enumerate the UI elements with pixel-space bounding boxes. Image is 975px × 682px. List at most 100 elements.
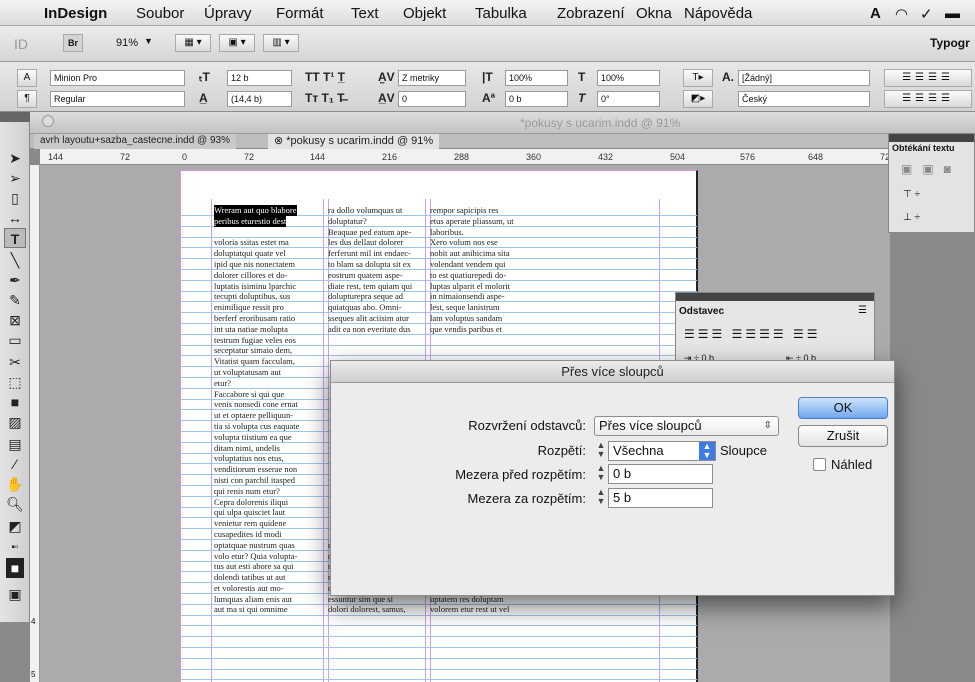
scissors-tool-icon[interactable]: ✂ <box>4 352 26 372</box>
text-line <box>430 345 550 356</box>
menu-text[interactable]: Text <box>351 5 379 22</box>
workspace-switcher[interactable]: Typogr <box>930 36 970 50</box>
note-tool-icon[interactable]: ▤ <box>4 434 26 454</box>
span-dropdown-icon[interactable]: ▲ ▼ <box>699 442 715 460</box>
text-line: Vitatist quam facculam, <box>214 356 295 367</box>
tracking-field[interactable]: 0 <box>398 91 466 107</box>
skew-field[interactable]: 0° <box>597 91 660 107</box>
leading-icon: A̲ <box>199 91 208 105</box>
swap-defaults-icon[interactable]: ▪▫ <box>4 538 26 558</box>
paragraph-align-buttons[interactable]: ☰☰☰☰ <box>884 69 972 87</box>
span-field[interactable]: Všechna ▲ ▼ <box>608 441 716 461</box>
span-field-value: Všechna <box>613 443 664 458</box>
wrap-type-buttons[interactable]: ▣▣◙ <box>901 162 961 176</box>
alignment-buttons[interactable]: ☰☰☰ ☰☰☰☰ ☰☰ <box>684 327 821 341</box>
chevron-down-icon[interactable]: ▼ <box>144 36 153 46</box>
ruler-tick: 72 <box>244 152 255 162</box>
text-line: eostrum quatem aspe- <box>328 269 403 280</box>
text-line: voluptatius nos etus, <box>214 453 284 464</box>
character-style-field[interactable]: [Žádný] <box>738 70 870 86</box>
text-line <box>430 335 550 346</box>
menu-window[interactable]: Okna <box>636 5 672 22</box>
font-family-field[interactable]: Minion Pro <box>50 70 185 86</box>
menu-format[interactable]: Formát <box>276 5 324 22</box>
small-caps-icon[interactable]: Tт T₁ T̶ <box>305 91 345 105</box>
panel-menu-icon[interactable]: ☰ <box>858 305 867 316</box>
baseline-shift-field[interactable]: 0 b <box>505 91 568 107</box>
pen-tool-icon[interactable]: ✒ <box>4 270 26 290</box>
ok-button[interactable]: OK <box>798 397 888 419</box>
all-caps-icon[interactable]: TT T¹ T̲ <box>305 70 345 84</box>
leading-field[interactable]: (14,4 b) <box>227 91 292 107</box>
space-after-stepper[interactable]: ▲ ▼ <box>595 488 607 508</box>
zoom-select[interactable]: 91% <box>116 37 138 49</box>
menu-table[interactable]: Tabulka <box>475 5 527 22</box>
text-line: berferf eroribusam ratio <box>214 312 296 323</box>
menu-object[interactable]: Objekt <box>403 5 446 22</box>
gradient-swatch-tool-icon[interactable]: ■ <box>4 392 26 412</box>
font-style-field[interactable]: Regular <box>50 91 185 107</box>
tab-pokusy-document[interactable]: ⊗ *pokusy s ucarim.indd @ 91% <box>268 134 440 149</box>
indesign-logo-icon: ID <box>14 36 28 52</box>
text-line: peribus eturestio dest <box>214 215 287 227</box>
span-label: Rozpětí: <box>537 443 586 458</box>
horizontal-scale-field[interactable]: 100% <box>597 70 660 86</box>
span-stepper[interactable]: ▲ ▼ <box>595 441 607 461</box>
tab-layout-document[interactable]: avrh layoutu+sazba_castecne.indd @ 93% <box>34 134 236 149</box>
screen-mode-icon[interactable]: ▣ <box>4 584 26 604</box>
zoom-tool-icon[interactable]: 🔍︎ <box>4 494 26 514</box>
selection-tool-icon[interactable]: ➤ <box>4 148 26 168</box>
screen-mode-button[interactable]: ▣ ▾ <box>219 34 255 52</box>
pencil-tool-icon[interactable]: ✎ <box>4 290 26 310</box>
gradient-feather-tool-icon[interactable]: ▨ <box>4 412 26 432</box>
arrange-documents-button[interactable]: ▥ ▾ <box>263 34 299 52</box>
menu-view[interactable]: Zobrazení <box>557 5 625 22</box>
adobe-icon[interactable]: A <box>870 5 881 22</box>
line-tool-icon[interactable]: ╲ <box>4 250 26 270</box>
eyedropper-tool-icon[interactable]: ⁄ <box>4 454 26 474</box>
display-icon[interactable]: ▬ <box>945 5 960 22</box>
view-options-button[interactable]: ▦ ▾ <box>175 34 211 52</box>
span-unit: Sloupce <box>720 443 767 458</box>
vertical-scale-field[interactable]: 100% <box>505 70 568 86</box>
fill-stroke-icon[interactable]: ◩ <box>4 516 26 536</box>
language-field[interactable]: Český <box>738 91 870 107</box>
free-transform-tool-icon[interactable]: ⬚ <box>4 372 26 392</box>
layout-select[interactable]: Přes více sloupců ⇳ <box>594 416 779 436</box>
hand-tool-icon[interactable]: ✋ <box>4 474 26 494</box>
preview-checkbox[interactable] <box>813 458 826 471</box>
space-before-field[interactable]: 0 b <box>608 464 713 484</box>
character-style-icon: A. <box>722 70 734 84</box>
normal-view-icon[interactable]: ■ <box>6 558 24 578</box>
window-close-icon[interactable] <box>42 115 54 127</box>
gap-tool-icon[interactable]: ↔ <box>4 208 26 228</box>
direct-selection-tool-icon[interactable]: ➢ <box>4 168 26 188</box>
paragraph-mode-button[interactable]: ¶ <box>17 90 37 108</box>
ruler-tick: 576 <box>740 152 756 162</box>
font-size-field[interactable]: 12 b <box>227 70 292 86</box>
page-tool-icon[interactable]: ▯ <box>4 188 26 208</box>
fill-text-button[interactable]: T▸ <box>683 69 713 87</box>
kerning-field[interactable]: Z metriky <box>398 70 466 86</box>
type-tool-icon[interactable]: T <box>4 228 26 248</box>
menu-file[interactable]: Soubor <box>136 5 184 22</box>
bridge-button[interactable]: Br <box>63 34 83 52</box>
wifi-icon[interactable]: ◠ <box>895 5 908 23</box>
menu-app[interactable]: InDesign <box>44 5 107 22</box>
bluetooth-icon[interactable]: ✓ <box>920 5 933 23</box>
justify-buttons[interactable]: ☰☰☰☰ <box>884 90 972 108</box>
stroke-text-button[interactable]: ◩▸ <box>683 90 713 108</box>
menu-edit[interactable]: Úpravy <box>204 5 252 22</box>
text-line: etur? <box>214 377 231 388</box>
space-before-stepper[interactable]: ▲ ▼ <box>595 464 607 484</box>
text-line: cusapedites id modi <box>214 528 282 539</box>
space-after-field[interactable]: 5 b <box>608 488 713 508</box>
layout-select-value: Přes více sloupců <box>599 418 702 433</box>
character-mode-button[interactable]: A <box>17 69 37 87</box>
text-column-1[interactable]: Wreram aut quo blabore peribus eturestio … <box>214 205 322 615</box>
close-tab-icon[interactable]: ⊗ <box>274 135 286 147</box>
menu-help[interactable]: Nápověda <box>684 5 752 22</box>
rectangle-frame-tool-icon[interactable]: ⊠ <box>4 310 26 330</box>
cancel-button[interactable]: Zrušit <box>798 425 888 447</box>
rectangle-tool-icon[interactable]: ▭ <box>4 330 26 350</box>
